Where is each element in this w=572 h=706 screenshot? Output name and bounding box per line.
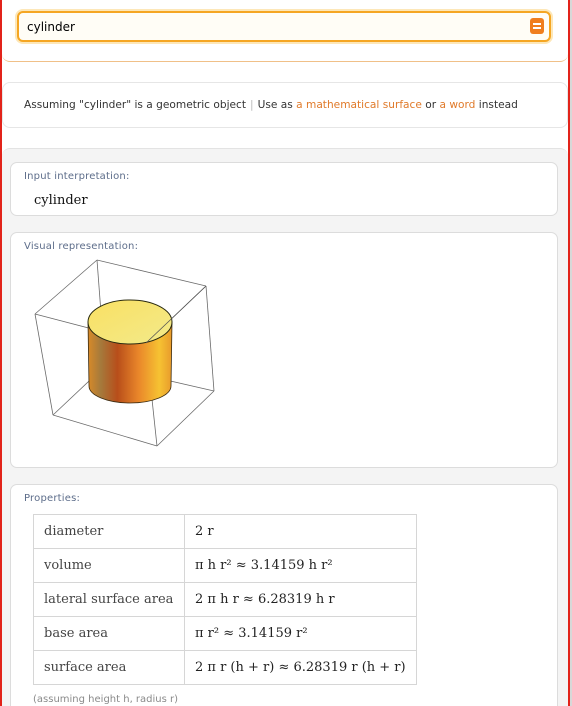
pod-title: Visual representation: xyxy=(24,241,139,252)
pod-properties: Properties: diameter 2 r volume π h r² ≈… xyxy=(10,484,558,706)
properties-table: diameter 2 r volume π h r² ≈ 3.14159 h r… xyxy=(33,514,417,685)
table-row: surface area 2 π r (h + r) ≈ 6.28319 r (… xyxy=(33,650,417,685)
assumption-prefix: Assuming "cylinder" is a geometric objec… xyxy=(24,99,247,111)
property-value: π r² ≈ 3.14159 r² xyxy=(184,616,417,651)
assumption-option-word[interactable]: a word xyxy=(439,99,475,111)
search-menu-icon[interactable] xyxy=(530,18,544,34)
input-interpretation-value: cylinder xyxy=(34,193,88,208)
assumption-use-as: Use as xyxy=(257,99,293,111)
property-value: 2 r xyxy=(184,514,417,549)
property-label: base area xyxy=(33,616,185,651)
table-row: base area π r² ≈ 3.14159 r² xyxy=(33,616,417,651)
table-row: diameter 2 r xyxy=(33,514,417,549)
table-row: volume π h r² ≈ 3.14159 h r² xyxy=(33,548,417,583)
property-label: lateral surface area xyxy=(33,582,185,617)
property-label: diameter xyxy=(33,514,185,549)
pod-title: Properties: xyxy=(24,493,81,504)
property-value: π h r² ≈ 3.14159 h r² xyxy=(184,548,417,583)
property-value: 2 π r (h + r) ≈ 6.28319 r (h + r) xyxy=(184,650,417,685)
pod-visual-representation: Visual representation: xyxy=(10,232,558,468)
results-panel: Input interpretation: cylinder Visual re… xyxy=(2,148,568,706)
properties-note: (assuming height h, radius r) xyxy=(33,694,179,705)
pod-title: Input interpretation: xyxy=(24,171,130,182)
search-box xyxy=(17,11,551,42)
table-row: lateral surface area 2 π h r ≈ 6.28319 h… xyxy=(33,582,417,617)
assumption-separator: | xyxy=(250,99,254,111)
pod-input-interpretation: Input interpretation: cylinder xyxy=(10,162,558,216)
property-label: surface area xyxy=(33,650,185,685)
property-value: 2 π h r ≈ 6.28319 h r xyxy=(184,582,417,617)
assumption-text: Assuming "cylinder" is a geometric objec… xyxy=(24,99,518,111)
assumption-bar: Assuming "cylinder" is a geometric objec… xyxy=(2,82,568,128)
cylinder-3d-image xyxy=(34,259,215,447)
assumption-or: or xyxy=(425,99,437,111)
search-header xyxy=(2,0,568,62)
property-label: volume xyxy=(33,548,185,583)
assumption-option-mathematical-surface[interactable]: a mathematical surface xyxy=(296,99,422,111)
assumption-instead: instead xyxy=(478,99,518,111)
search-input[interactable] xyxy=(27,17,517,37)
